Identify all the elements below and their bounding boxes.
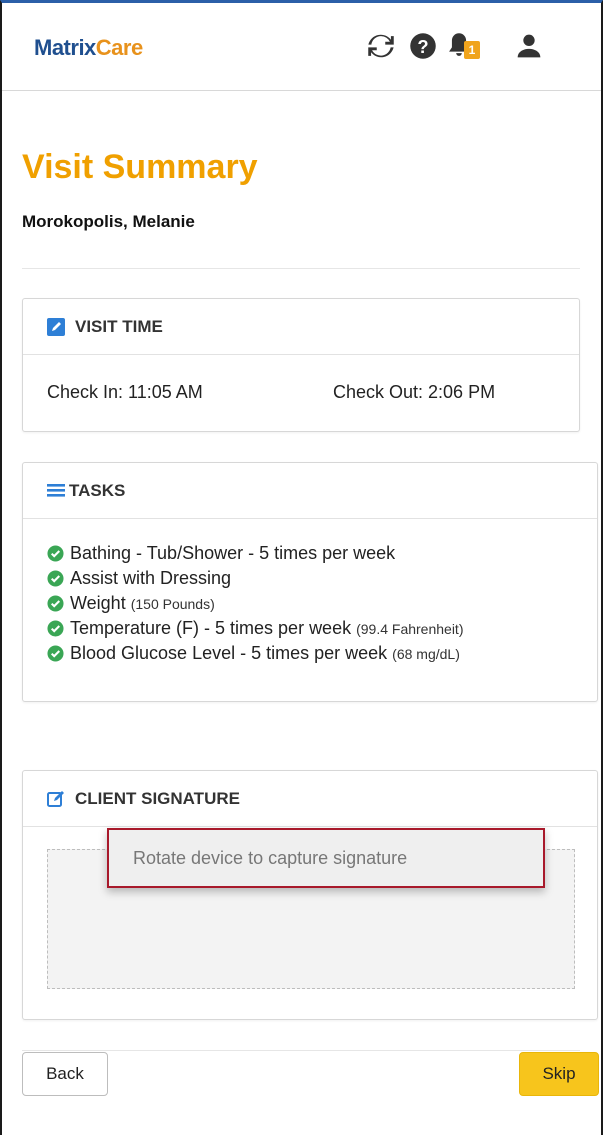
check-circle-icon <box>47 620 64 637</box>
client-name: Morokopolis, Melanie <box>22 212 195 231</box>
list-icon <box>47 482 65 500</box>
task-item: Weight (150 Pounds) <box>47 591 597 616</box>
signature-title: CLIENT SIGNATURE <box>75 788 240 808</box>
notification-badge[interactable]: 1 <box>464 41 480 59</box>
visit-time-title: VISIT TIME <box>75 316 163 336</box>
visit-time-panel: VISIT TIME Check In: 11:05 AM Check Out:… <box>22 298 580 432</box>
task-item: Blood Glucose Level - 5 times per week (… <box>47 641 597 666</box>
check-circle-icon <box>47 545 64 562</box>
visit-time-body: Check In: 11:05 AM Check Out: 2:06 PM <box>23 355 579 431</box>
tasks-header: TASKS <box>23 463 597 519</box>
refresh-icon[interactable] <box>364 29 398 63</box>
edit-icon <box>47 790 65 808</box>
signature-placeholder: Rotate device to capture signature <box>133 847 408 868</box>
task-label: Blood Glucose Level - 5 times per week <box>70 643 388 663</box>
task-list: Bathing - Tub/Shower - 5 times per week … <box>23 519 597 701</box>
task-item: Temperature (F) - 5 times per week (99.4… <box>47 616 597 641</box>
check-in-time: Check In: 11:05 AM <box>47 382 203 402</box>
task-item: Bathing - Tub/Shower - 5 times per week <box>47 541 597 566</box>
user-icon[interactable] <box>512 29 546 63</box>
task-label: Bathing - Tub/Shower - 5 times per week <box>70 543 396 563</box>
signature-placeholder-callout: Rotate device to capture signature <box>107 828 545 888</box>
matrixcare-logo[interactable]: MatrixCare <box>34 35 143 61</box>
tasks-title: TASKS <box>69 480 126 500</box>
check-circle-icon <box>47 645 64 662</box>
check-out-time: Check Out: 2:06 PM <box>333 382 496 402</box>
check-circle-icon <box>47 570 64 587</box>
divider <box>22 1050 580 1051</box>
task-detail: (150 Pounds) <box>130 595 215 612</box>
check-circle-icon <box>47 595 64 612</box>
task-detail: (99.4 Fahrenheit) <box>356 620 464 637</box>
task-label: Weight <box>70 593 126 613</box>
client-signature-panel: CLIENT SIGNATURE <box>22 770 598 1020</box>
task-label: Temperature (F) - 5 times per week <box>70 618 352 638</box>
task-item: Assist with Dressing <box>47 566 597 591</box>
visit-time-header: VISIT TIME <box>23 299 579 355</box>
svg-text:?: ? <box>417 36 428 57</box>
edit-square-icon <box>47 317 65 336</box>
divider <box>22 268 580 269</box>
task-detail: (68 mg/dL) <box>392 645 460 662</box>
help-icon[interactable]: ? <box>406 29 440 63</box>
page-title: Visit Summary <box>22 148 258 186</box>
signature-header: CLIENT SIGNATURE <box>23 771 597 827</box>
task-label: Assist with Dressing <box>70 568 232 588</box>
app-header: MatrixCare ? 1 <box>2 3 601 91</box>
back-button[interactable]: Back <box>22 1052 108 1096</box>
tasks-panel: TASKS Bathing - Tub/Shower - 5 times per… <box>22 462 598 702</box>
skip-button[interactable]: Skip <box>519 1052 599 1096</box>
